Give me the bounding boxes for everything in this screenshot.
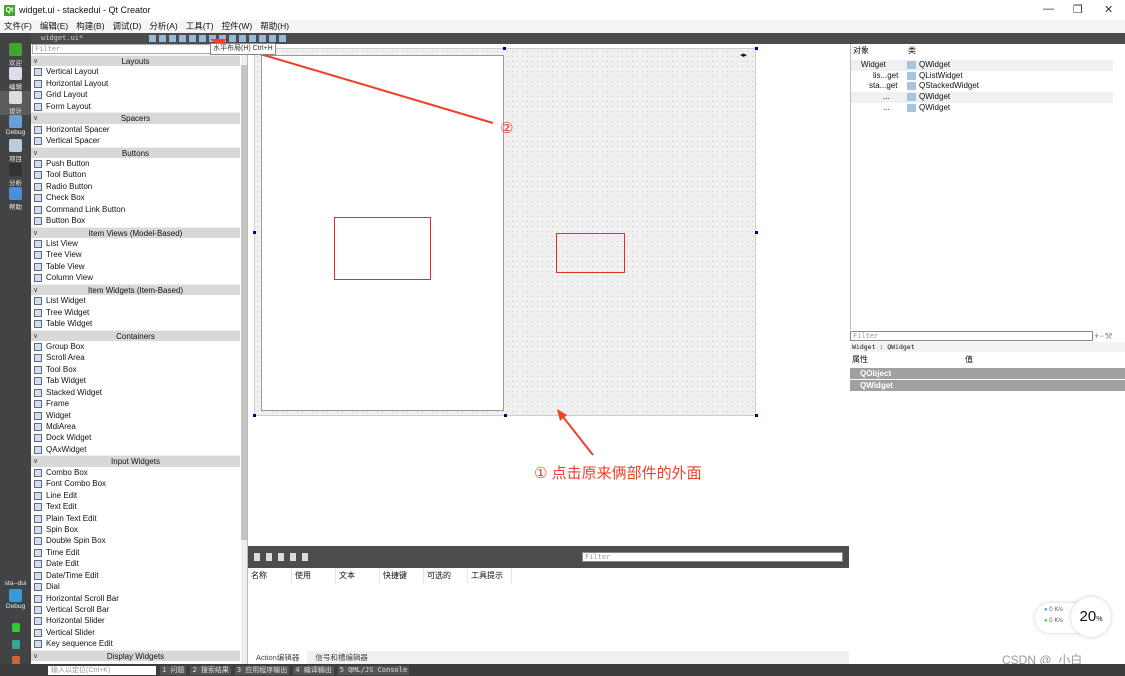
percent-value: 20 bbox=[1079, 608, 1097, 625]
configure-icon[interactable]: ⚒ bbox=[1105, 331, 1113, 341]
property-buttons: +−⚒ bbox=[1094, 331, 1125, 341]
object-name: ... bbox=[883, 102, 890, 112]
percent-sign: % bbox=[1096, 616, 1103, 623]
action-filter-input[interactable]: Filter bbox=[582, 552, 843, 562]
column-header: 名称 bbox=[248, 568, 292, 583]
annotation-step2: ② bbox=[500, 120, 514, 137]
locator-input[interactable]: 输入以定位(Ctrl+K) bbox=[48, 665, 156, 675]
output-pane-button[interactable]: 5 QML/JS Console bbox=[337, 665, 410, 675]
class-name: QStackedWidget bbox=[919, 81, 980, 91]
class-icon bbox=[907, 61, 916, 69]
class-name: QWidget bbox=[919, 60, 951, 69]
action-tool-button[interactable] bbox=[254, 553, 260, 561]
class-icon bbox=[907, 93, 916, 102]
object-name: lis...get bbox=[873, 70, 899, 80]
object-tree-row[interactable]: ... QWidget bbox=[851, 92, 1113, 103]
column-header: 文本 bbox=[336, 568, 380, 583]
action-tool-button[interactable] bbox=[302, 553, 308, 561]
cpu-percent-gauge[interactable]: 20% bbox=[1071, 597, 1111, 637]
object-class: QStackedWidget bbox=[907, 81, 979, 92]
action-toolbar: Filter bbox=[248, 546, 849, 568]
column-value: 值 bbox=[965, 355, 973, 364]
column-property: 属性 bbox=[852, 355, 868, 364]
download-speed: 0 bbox=[1049, 618, 1053, 624]
object-class: QWidget bbox=[907, 103, 950, 114]
tab-action-editor[interactable]: Action编辑器 bbox=[248, 651, 308, 664]
output-pane-button[interactable]: 2 搜索结果 bbox=[190, 665, 231, 675]
upload-speed: 0 bbox=[1049, 607, 1053, 613]
status-bar: 输入以定位(Ctrl+K) 1 问题 2 搜索结果 3 应用程序输出 4 编译输出 5 … bbox=[0, 664, 1125, 676]
object-class: QWidget bbox=[907, 92, 950, 103]
output-pane-button[interactable]: 4 编译输出 bbox=[293, 665, 334, 675]
action-tool-button[interactable] bbox=[266, 553, 272, 561]
class-name: QListWidget bbox=[919, 70, 963, 80]
column-header: 工具提示 bbox=[468, 568, 512, 583]
column-class: 类 bbox=[908, 46, 916, 55]
column-header: 使用 bbox=[292, 568, 336, 583]
property-group-qobject[interactable]: QObject bbox=[850, 368, 1125, 379]
property-group-qwidget[interactable]: QWidget bbox=[850, 380, 1125, 391]
tab-signal-slot-editor[interactable]: 信号和槽编辑器 bbox=[307, 651, 376, 664]
action-table-header: 名称 使用 文本 快捷键 可选的 工具提示 bbox=[248, 568, 849, 583]
unit: K/s bbox=[1054, 618, 1063, 624]
action-tabs: Action编辑器 信号和槽编辑器 bbox=[248, 651, 849, 664]
object-name: ... bbox=[883, 92, 890, 102]
annotation-step1: ① 点击原来俩部件的外面 bbox=[534, 465, 702, 482]
object-tree-row[interactable]: ... QWidget bbox=[851, 103, 1113, 114]
object-inspector: 对象类 Widget QWidget lis...get QListWidget sta… bbox=[850, 44, 1125, 330]
property-header: 属性 值 bbox=[850, 353, 1125, 367]
object-class: QListWidget bbox=[907, 71, 963, 82]
object-tree-row[interactable]: lis...get QListWidget bbox=[851, 71, 1113, 82]
output-pane-button[interactable]: 3 应用程序输出 bbox=[234, 665, 290, 675]
object-class: QWidget bbox=[907, 60, 950, 71]
tooltip: 水平布局(H) Ctrl+H bbox=[210, 43, 276, 55]
action-editor: Filter 名称 使用 文本 快捷键 可选的 工具提示 Action编辑器 信号和槽编辑器 bbox=[248, 546, 849, 664]
object-tree-row[interactable]: Widget QWidget bbox=[851, 60, 1113, 71]
column-header: 可选的 bbox=[424, 568, 468, 583]
column-header: 快捷键 bbox=[380, 568, 424, 583]
class-name: QWidget bbox=[919, 92, 951, 102]
object-name: Widget bbox=[861, 60, 886, 69]
arrow-step1 bbox=[559, 412, 594, 456]
unit: K/s bbox=[1054, 607, 1063, 613]
action-tool-button[interactable] bbox=[290, 553, 296, 561]
property-filter-input[interactable]: Filter bbox=[850, 331, 1093, 341]
object-tree-row[interactable]: sta...get QStackedWidget bbox=[851, 81, 1113, 92]
object-name: sta...get bbox=[869, 81, 898, 91]
output-pane-button[interactable]: 1 问题 bbox=[160, 665, 187, 675]
column-object: 对象 bbox=[853, 46, 869, 55]
class-name: QWidget bbox=[919, 102, 951, 112]
class-icon bbox=[907, 71, 916, 80]
class-icon bbox=[907, 82, 916, 91]
class-icon bbox=[907, 103, 916, 112]
property-object-label: Widget : QWidget bbox=[850, 342, 1125, 352]
action-tool-button[interactable] bbox=[278, 553, 284, 561]
